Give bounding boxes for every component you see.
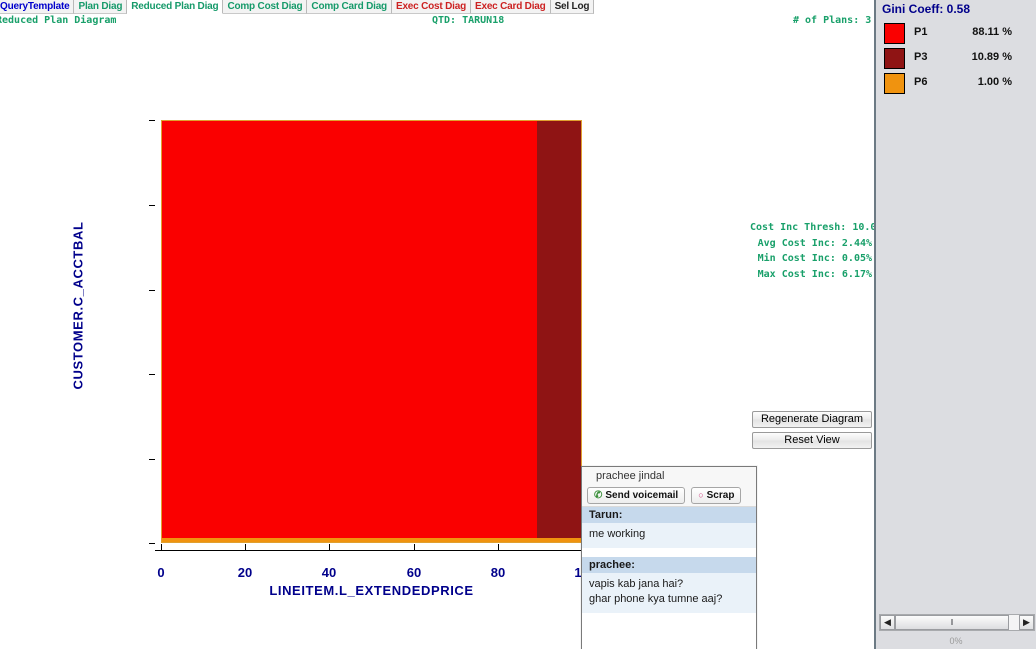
legend-color-swatch [884,48,905,69]
scrap-icon: ○ [698,491,703,500]
chat-message-body: vapis kab jana hai?ghar phone kya tumne … [582,573,756,613]
progress-percent-label: 0% [876,636,1036,646]
tab-plan-diag[interactable]: Plan Diag [74,0,127,14]
cost-statistics: Cost Inc Thresh: 10.0 Avg Cost Inc: 2.44… [750,220,872,282]
legend-sidebar: Gini Coeff: 0.58 P1 88.11 % P3 10.89 % P6 1.0… [874,0,1036,649]
send-voicemail-button[interactable]: ✆ Send voicemail [587,487,685,504]
reset-view-button[interactable]: Reset View [752,432,872,449]
legend-plan-name: P1 [914,26,927,38]
legend-row[interactable]: P1 88.11 % [882,21,1032,46]
plot-region[interactable] [161,120,582,543]
chat-popup-window[interactable]: prachee jindal ✆ Send voicemail ○ Scrap … [581,466,757,649]
plan-region-p6[interactable] [162,538,581,542]
chat-message-line: vapis kab jana hai? [589,577,756,592]
tab-reduced-plan-diag[interactable]: Reduced Plan Diag [127,0,223,14]
x-tick-60 [414,544,415,551]
diagram-title: Reduced Plan Diagram [0,15,116,26]
qtd-label: QTD: TARUN18 [432,15,504,26]
chat-input-area[interactable] [582,613,756,627]
legend-plan-name: P6 [914,76,927,88]
chat-message-line: me working [589,527,756,542]
legend-plan-percent: 10.89 % [942,51,1012,63]
y-tick-80 [149,205,155,206]
y-tick-100 [149,120,155,121]
legend-plan-percent: 1.00 % [942,76,1012,88]
y-tick-40 [149,374,155,375]
scroll-right-arrow-icon[interactable]: ▶ [1019,615,1034,630]
x-axis-label: LINEITEM.L_EXTENDEDPRICE [161,583,582,598]
legend-color-swatch [884,23,905,44]
tab-comp-card-diag[interactable]: Comp Card Diag [307,0,392,14]
chat-message-gap [582,548,756,557]
x-ticklabel-20: 20 [225,566,265,579]
plan-count-label: # of Plans: 3 [793,15,871,26]
chat-message-line: ghar phone kya tumne aaj? [589,592,756,607]
tab-exec-cost-diag[interactable]: Exec Cost Diag [392,0,471,14]
plan-legend: P1 88.11 % P3 10.89 % P6 1.00 % [882,21,1032,96]
legend-color-swatch [884,73,905,94]
chat-message-author: Tarun: [582,507,756,523]
x-ticklabel-60: 60 [394,566,434,579]
legend-row[interactable]: P3 10.89 % [882,46,1032,71]
tab-exec-card-diag[interactable]: Exec Card Diag [471,0,551,14]
diagram-controls: Regenerate Diagram Reset View [752,411,872,453]
x-ticklabel-0: 0 [141,566,181,579]
y-tick-0 [149,543,155,544]
y-tick-20 [149,459,155,460]
y-axis-line [155,120,156,544]
send-voicemail-label: Send voicemail [605,490,678,501]
chat-action-bar: ✆ Send voicemail ○ Scrap [582,485,756,507]
x-axis-line [155,550,583,551]
regenerate-diagram-button[interactable]: Regenerate Diagram [752,411,872,428]
tab-sel-log[interactable]: Sel Log [551,0,595,14]
min-cost-inc: Min Cost Inc: 0.05% [750,251,872,267]
scroll-left-arrow-icon[interactable]: ◀ [880,615,895,630]
tab-querytemplate[interactable]: QueryTemplate [0,0,74,14]
legend-row[interactable]: P6 1.00 % [882,71,1032,96]
scrollbar-thumb[interactable]: ‖ [895,615,1009,630]
avg-cost-inc: Avg Cost Inc: 2.44% [750,236,872,252]
x-ticklabel-40: 40 [309,566,349,579]
y-tick-60 [149,290,155,291]
x-tick-0 [161,544,162,551]
plan-region-p1[interactable] [162,121,537,542]
scrap-button[interactable]: ○ Scrap [691,487,741,504]
scrap-label: Scrap [707,490,735,501]
chat-contact-name: prachee jindal [582,467,756,485]
chat-message-log[interactable]: Tarun:me workingprachee:vapis kab jana h… [582,507,756,613]
legend-plan-name: P3 [914,51,927,63]
plan-region-p3[interactable] [537,121,581,542]
max-cost-inc: Max Cost Inc: 6.17% [750,267,872,283]
x-ticklabel-80: 80 [478,566,518,579]
chat-message-body: me working [582,523,756,548]
status-line: Reduced Plan Diagram QTD: TARUN18 # of P… [0,15,872,28]
x-tick-80 [498,544,499,551]
gini-coefficient-label: Gini Coeff: 0.58 [882,2,970,16]
y-axis-label: CUSTOMER.C_ACCTBAL [71,206,86,406]
cost-inc-thresh: Cost Inc Thresh: 10.0 [750,220,872,236]
x-tick-40 [329,544,330,551]
phone-icon: ✆ [594,491,602,501]
scrollbar-track[interactable]: ‖ [895,615,1019,630]
legend-plan-percent: 88.11 % [942,26,1012,38]
x-tick-20 [245,544,246,551]
sidebar-horizontal-scrollbar[interactable]: ◀ ‖ ▶ [879,614,1035,631]
chat-message-author: prachee: [582,557,756,573]
tab-comp-cost-diag[interactable]: Comp Cost Diag [223,0,307,14]
legend-empty-panel [878,104,1034,608]
